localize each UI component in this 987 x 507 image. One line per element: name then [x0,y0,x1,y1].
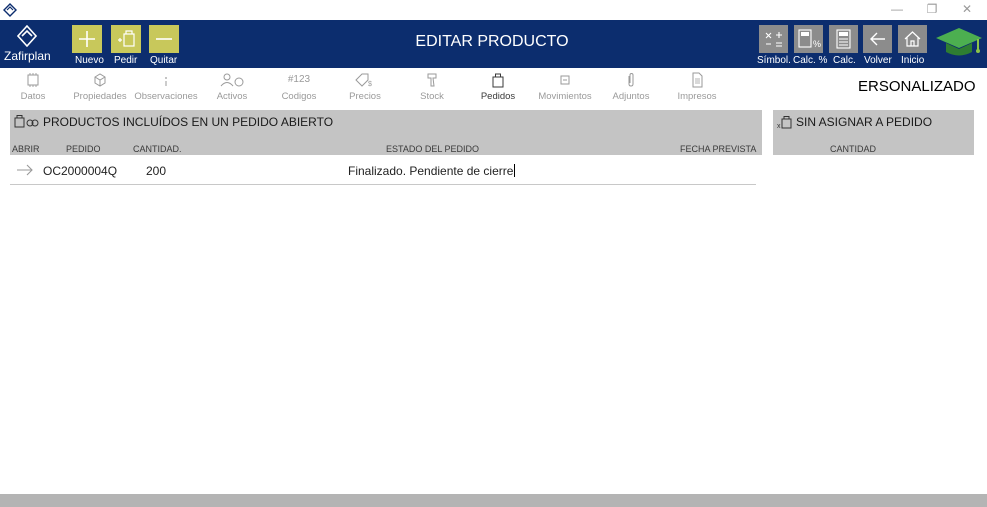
tab-adjuntos[interactable]: Adjuntos [610,72,652,106]
text-cursor [514,164,516,177]
svg-text:$: $ [368,81,372,88]
tab-propiedades-label: Propiedades [73,91,127,102]
activos-icon [220,73,244,87]
col-estado: ESTADO DEL PEDIDO [386,144,480,154]
symbols-icon [765,32,782,47]
minus-icon [156,38,172,40]
add-order-icon [118,30,135,47]
order-button-label: Pedir [114,55,138,66]
symbols-button[interactable] [759,25,788,53]
tab-codigos-label: Codigos [281,91,317,102]
tab-datos-label: Datos [20,91,46,102]
home-icon [904,31,921,47]
tab-precios-label: Precios [349,91,381,102]
calculator-icon [836,29,851,49]
tab-movimientos[interactable]: Movimientos [536,72,594,106]
tab-propiedades[interactable]: Propiedades [70,72,130,106]
info-icon [165,77,167,86]
row-pedido: OC2000004Q [43,164,118,178]
status-bar [0,494,987,507]
stock-icon [427,73,437,87]
percent-calc-button[interactable]: % [794,25,823,53]
order-button[interactable] [111,25,141,53]
brand-name: Zafirplan [4,49,51,63]
datos-icon [27,73,39,87]
tab-activos-label: Activos [216,91,248,102]
home-button[interactable] [898,25,927,53]
calc-button-label: Calc. [833,55,856,66]
unassigned-bag-icon: x [777,116,792,130]
tab-datos[interactable]: Datos [15,72,51,106]
back-arrow-icon [870,32,885,46]
col-cantidad: CANTIDAD. [133,144,182,154]
tab-impresos-label: Impresos [677,91,717,102]
row-estado[interactable]: Finalizado. Pendiente de cierre [348,164,516,178]
tab-impresos[interactable]: Impresos [675,72,719,106]
open-orders-panel: PRODUCTOS INCLUÍDOS EN UN PEDIDO ABIERTO… [10,110,762,155]
graduation-cap-icon[interactable] [934,24,984,60]
col-unassigned-cantidad: CANTIDAD [830,144,877,154]
paperclip-icon [628,72,634,87]
open-orders-title: PRODUCTOS INCLUÍDOS EN UN PEDIDO ABIERTO [43,115,334,129]
new-button[interactable] [72,25,102,53]
price-tag-icon: $ [355,73,372,88]
col-fecha-prevista: FECHA PREVISTA [680,144,757,154]
movements-icon [560,75,570,85]
col-pedido: PEDIDO [66,144,101,154]
table-row[interactable]: OC2000004Q 200 Finalizado. Pendiente de … [10,156,756,185]
open-arrow-icon[interactable] [16,164,34,176]
row-estado-text: Finalizado. Pendiente de cierre [348,164,514,178]
remove-button-label: Quitar [150,55,178,66]
back-button[interactable] [863,25,892,53]
plus-icon [79,31,95,47]
close-button[interactable]: ✕ [950,0,984,20]
new-button-label: Nuevo [75,55,104,66]
tab-observaciones[interactable]: Observaciones [132,72,200,106]
home-button-label: Inicio [901,55,925,66]
tab-precios[interactable]: $ Precios [345,72,385,106]
unassigned-title: SIN ASIGNAR A PEDIDO [796,115,933,129]
document-icon [692,72,703,88]
window-titlebar: — ❐ ✕ [0,0,987,20]
percent-calculator-icon: % [798,29,821,49]
col-abrir: ABRIR [12,144,40,154]
app-header: Zafirplan Nuevo Pedir Quitar EDITAR PROD… [0,20,987,68]
back-button-label: Volver [864,55,892,66]
personalizado-label: ERSONALIZADO [858,78,976,95]
codigos-icon: #123 [287,74,311,85]
logo-diamond-icon [17,25,37,47]
percent-calc-button-label: Calc. % [793,55,828,66]
tab-pedidos-label: Pedidos [480,91,516,102]
box-icon [94,73,106,87]
svg-text:%: % [813,39,821,49]
tab-movimientos-label: Movimientos [538,91,592,102]
tab-stock-label: Stock [420,91,444,102]
page-title: EDITAR PRODUCTO [415,33,569,50]
tab-activos[interactable]: Activos [213,72,251,106]
unassigned-panel: x SIN ASIGNAR A PEDIDO CANTIDAD [773,110,974,155]
symbols-button-label: Símbol. [757,55,791,66]
tab-stock[interactable]: Stock [417,72,447,106]
tab-observaciones-label: Observaciones [134,91,198,102]
row-cantidad: 200 [146,164,167,178]
tab-adjuntos-label: Adjuntos [612,91,650,102]
restore-button[interactable]: ❐ [915,0,949,20]
minimize-button[interactable]: — [880,0,914,20]
app-icon [3,3,17,17]
calc-button[interactable] [829,25,858,53]
svg-text:x: x [777,123,781,130]
remove-button[interactable] [149,25,179,53]
zafirplan-logo: Zafirplan [0,20,54,68]
tab-codigos[interactable]: #123 Codigos [278,72,320,106]
product-tabs: Datos Propiedades Observaciones Activos … [0,68,987,108]
bag-link-icon [14,115,39,128]
bag-icon [492,73,504,88]
tab-pedidos[interactable]: Pedidos [478,72,518,106]
